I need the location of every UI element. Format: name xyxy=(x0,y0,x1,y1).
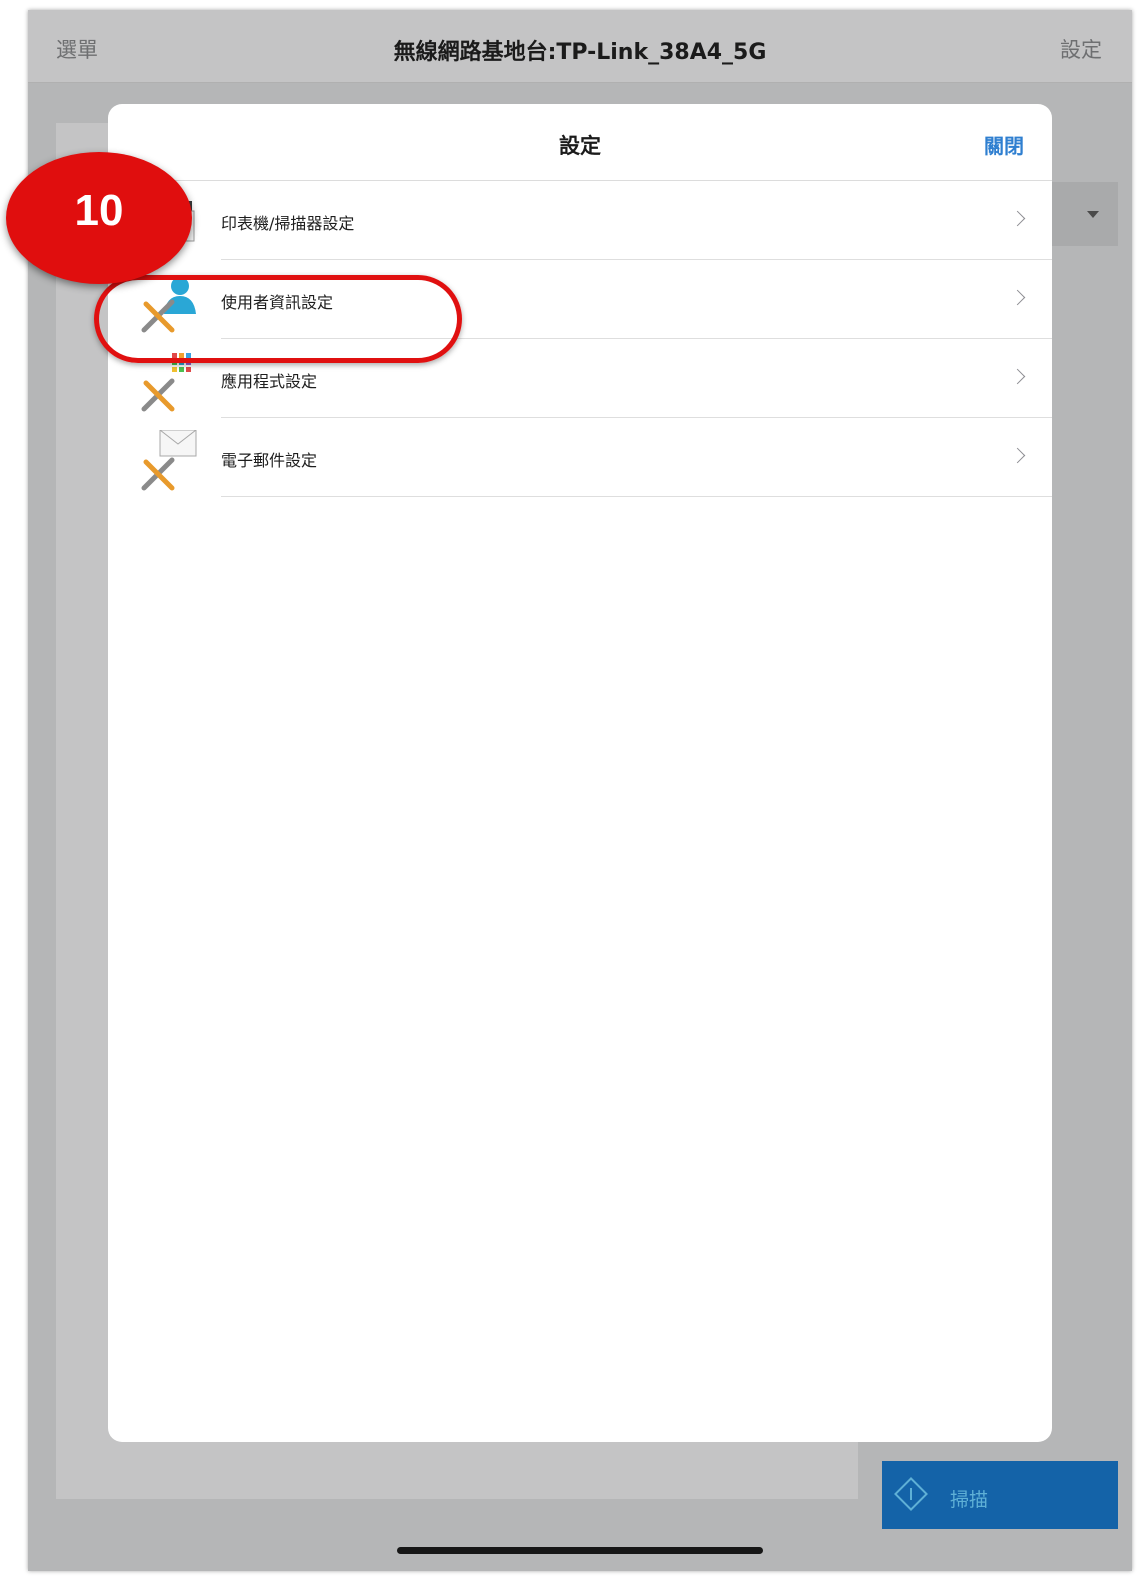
page-title: 無線網路基地台:TP-Link_38A4_5G xyxy=(393,40,767,65)
chevron-right-icon xyxy=(1009,289,1026,306)
background-dropdown[interactable] xyxy=(1052,182,1118,246)
scan-button[interactable]: 掃描 xyxy=(882,1461,1118,1529)
home-indicator[interactable] xyxy=(397,1547,763,1554)
chevron-right-icon xyxy=(1009,368,1026,385)
scan-button-label: 掃描 xyxy=(950,1489,989,1511)
modal-header: 設定 關閉 xyxy=(108,104,1052,181)
scan-start-icon xyxy=(894,1477,928,1511)
settings-item-label: 印表機/掃描器設定 xyxy=(221,214,355,233)
settings-item-printer-scanner[interactable]: 印表機/掃描器設定 xyxy=(108,181,1052,260)
device-screen: 選單 無線網路基地台:TP-Link_38A4_5G 設定 掃描 設定 關閉 印… xyxy=(28,10,1132,1571)
settings-button[interactable]: 設定 xyxy=(1060,34,1102,64)
caret-down-icon xyxy=(1087,211,1099,218)
step-number: 10 xyxy=(74,186,124,235)
highlight-ring xyxy=(94,275,462,363)
close-button[interactable]: 關閉 xyxy=(984,130,1024,159)
chevron-right-icon xyxy=(1009,447,1026,464)
chevron-right-icon xyxy=(1009,210,1026,227)
row-divider xyxy=(221,496,1052,497)
step-number-badge: 10 xyxy=(6,152,192,284)
settings-item-label: 應用程式設定 xyxy=(221,372,318,391)
modal-title: 設定 xyxy=(559,134,601,158)
top-navigation-bar: 選單 無線網路基地台:TP-Link_38A4_5G 設定 xyxy=(28,10,1132,83)
settings-item-email[interactable]: 電子郵件設定 xyxy=(108,418,1052,497)
email-settings-icon xyxy=(141,430,197,491)
settings-item-label: 電子郵件設定 xyxy=(221,451,318,470)
